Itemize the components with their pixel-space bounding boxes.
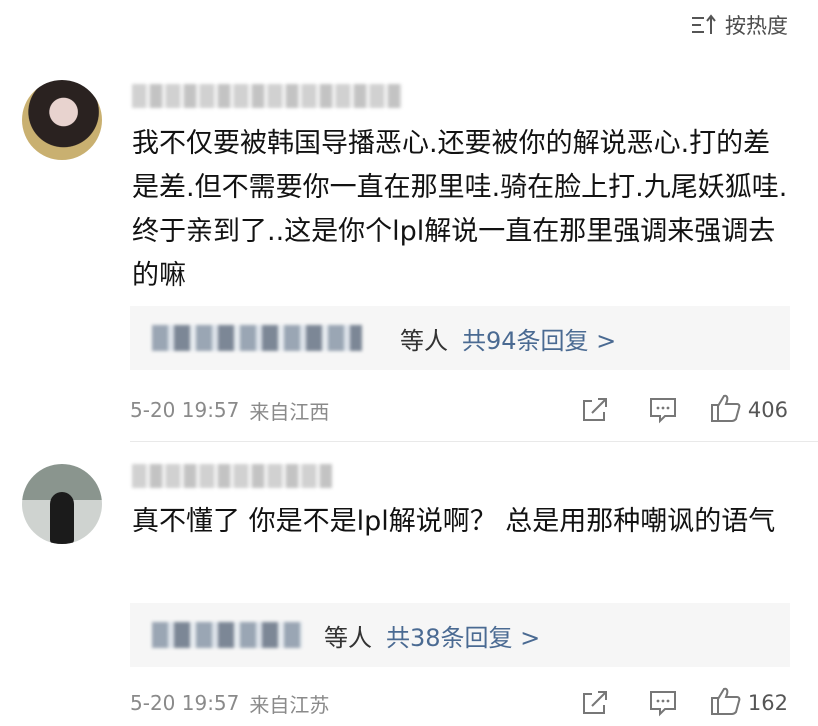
comment-location: 来自江苏 (249, 692, 330, 717)
comment-text: 我不仅要被韩国导播恶心.还要被你的解说恶心.打的差是差.但不需要你一直在那里哇.… (132, 128, 788, 291)
avatar[interactable] (22, 464, 102, 544)
reply-users-suffix: 等人 (324, 623, 372, 652)
reply-count-link[interactable]: 共94条回复 > (462, 321, 616, 356)
comment-icon[interactable] (648, 689, 678, 717)
comment-location: 来自江西 (249, 399, 330, 424)
comment-meta: 5-20 19:57 来自江苏 162 (130, 686, 788, 721)
username-blurred[interactable] (132, 464, 332, 488)
share-icon[interactable] (580, 689, 610, 717)
divider (130, 441, 818, 442)
thumbs-up-icon (710, 393, 742, 428)
reply-count-link[interactable]: 共38条回复 > (386, 618, 540, 653)
sort-icon (691, 14, 717, 36)
comment-text: 真不懂了 你是不是lpl解说啊？ 总是用那种嘲讽的语气 (132, 506, 776, 537)
thumbs-up-icon (710, 686, 742, 721)
comment-time: 5-20 19:57 (130, 398, 240, 422)
avatar[interactable] (22, 80, 102, 160)
like-button[interactable]: 406 (710, 393, 788, 428)
comment-time: 5-20 19:57 (130, 691, 240, 715)
sort-by-hot-button[interactable]: 按热度 (691, 10, 788, 40)
like-count: 162 (747, 691, 788, 715)
replies-preview[interactable]: 等人 共38条回复 > (130, 603, 790, 667)
reply-users-blurred (152, 622, 302, 648)
like-button[interactable]: 162 (710, 686, 788, 721)
share-icon[interactable] (580, 396, 610, 424)
comment-icon[interactable] (648, 396, 678, 424)
comment-meta: 5-20 19:57 来自江西 406 (130, 393, 788, 428)
like-count: 406 (747, 398, 788, 422)
reply-users-suffix: 等人 (400, 326, 448, 355)
reply-users-blurred (152, 325, 362, 351)
username-blurred[interactable] (132, 84, 402, 108)
replies-preview[interactable]: 等人 共94条回复 > (130, 306, 790, 370)
sort-label: 按热度 (725, 14, 788, 38)
